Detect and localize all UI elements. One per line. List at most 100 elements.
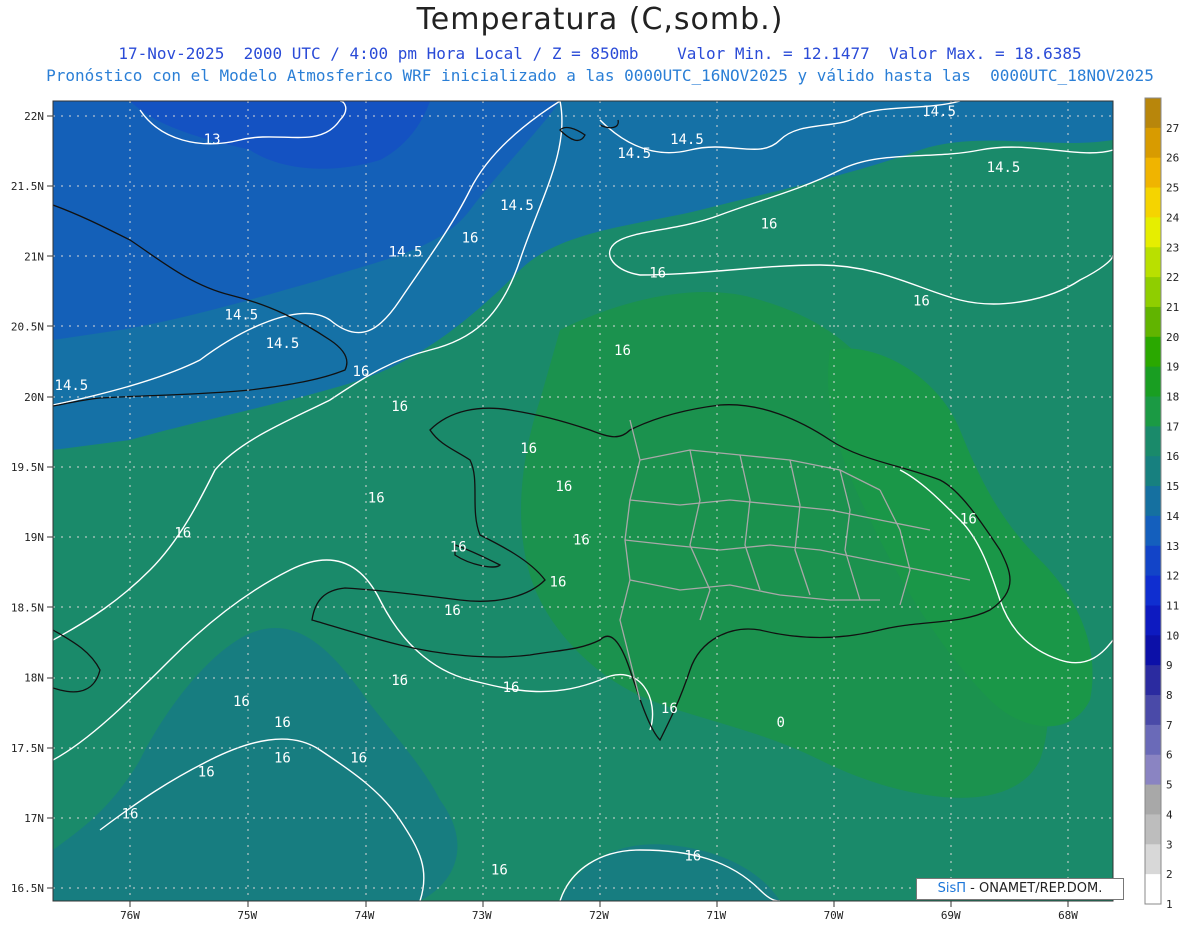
colorbar-label: 9 [1166,659,1173,672]
colorbar-label: 8 [1166,689,1173,702]
colorbar-swatch [1145,277,1161,308]
contour-label: 16 [661,701,678,717]
map-title: Temperatura (C,somb.) [416,2,784,37]
contour-label: 0 [777,715,785,731]
contour-label: 16 [174,526,191,542]
colorbar-label: 12 [1166,570,1179,583]
colorbar-label: 13 [1166,540,1179,553]
contour-label: 16 [122,807,139,823]
colorbar-label: 21 [1166,301,1179,314]
contour-label: 16 [368,490,385,506]
lon-label: 74W [355,909,375,922]
colorbar-swatch [1145,247,1161,278]
contour-label: 16 [274,750,291,766]
colorbar-label: 19 [1166,361,1179,374]
lat-label: 16.5N [11,882,44,895]
colorbar-swatch [1145,336,1161,368]
lat-label: 20N [24,391,44,404]
colorbar-label: 15 [1166,480,1179,493]
contour-label: 16 [573,533,590,549]
colorbar-label: 22 [1166,271,1179,284]
contour-label: 14.5 [389,245,423,261]
colorbar-label: 26 [1166,152,1179,165]
lon-label: 73W [472,909,492,922]
contour-label: 16 [550,575,567,591]
colorbar-label: 18 [1166,391,1179,404]
colorbar-swatch [1145,486,1161,517]
contour-label: 14.5 [500,198,534,214]
colorbar-label: 5 [1166,779,1173,792]
lat-label: 22N [24,110,44,123]
contour-label: 14.5 [266,336,300,352]
colorbar-swatch [1145,456,1161,487]
colorbar-label: 1 [1166,898,1173,911]
contour-label: 13 [204,132,221,148]
colorbar-swatch [1145,306,1161,338]
lon-label: 68W [1058,909,1078,922]
contour-label: 16 [391,673,408,689]
credit-text: - ONAMET/REP.DOM. [966,881,1103,896]
colorbar-swatch [1145,396,1161,427]
colorbar-swatch [1145,98,1161,129]
colorbar-swatch [1145,157,1161,189]
contour-label: 16 [350,750,367,766]
longitude-labels: 76W 75W 74W 73W 72W 71W 70W 69W 68W [120,909,1078,922]
colorbar-label: 3 [1166,838,1173,851]
colorbar-label: 25 [1166,182,1179,195]
contour-label: 16 [391,399,408,415]
contour-label: 16 [761,216,778,232]
colorbar-swatch [1145,366,1161,398]
colorbar-label: 24 [1166,211,1180,224]
lon-label: 69W [941,909,961,922]
temperature-map: 22N 21.5N 21N 20.5N 20N 19.5N 19N 18.5N 18N 17.5N… [11,97,1180,922]
colorbar-label: 2 [1166,868,1173,881]
lat-label: 18.5N [11,601,44,614]
colorbar-label: 6 [1166,749,1173,762]
lon-label: 75W [237,909,257,922]
lat-label: 17N [24,812,44,825]
colorbar-swatch [1145,874,1161,905]
colorbar-swatch [1145,814,1161,845]
colorbar-swatch [1145,545,1161,577]
colorbar-swatch [1145,724,1161,756]
lon-label: 76W [120,909,140,922]
colorbar-label: 11 [1166,599,1179,612]
colorbar: 2726252423222120191817161514131211109876… [1144,97,1180,911]
colorbar-swatch [1145,605,1161,636]
colorbar-swatch [1145,426,1161,457]
subtitle-run-info: 17-Nov-2025 2000 UTC / 4:00 pm Hora Loca… [118,44,1082,63]
subtitle-model-info: Pronóstico con el Modelo Atmosferico WRF… [46,66,1154,85]
colorbar-swatch [1145,217,1161,248]
colorbar-label: 16 [1166,450,1179,463]
latitude-labels: 22N 21.5N 21N 20.5N 20N 19.5N 19N 18.5N 18N 17.5N… [11,110,44,895]
colorbar-swatch [1145,844,1161,875]
contour-label: 16 [491,863,508,879]
contour-label: 16 [233,694,250,710]
contour-label: 16 [353,364,370,380]
contour-label: 14.5 [55,378,89,394]
contour-label: 16 [913,294,930,310]
credit-box: SisΠ - ONAMET/REP.DOM. [916,878,1124,900]
lon-label: 71W [706,909,726,922]
contour-label: 16 [614,343,631,359]
colorbar-label: 27 [1166,122,1179,135]
contour-label: 16 [450,540,467,556]
colorbar-swatch [1145,515,1161,547]
colorbar-swatch [1145,665,1161,696]
contour-label: 16 [684,849,701,865]
credit-logo-text: SisΠ [937,881,967,896]
lat-label: 19N [24,531,44,544]
colorbar-label: 17 [1166,420,1179,433]
colorbar-swatch [1145,754,1161,786]
lat-label: 21.5N [11,180,44,193]
colorbar-swatch [1145,127,1161,159]
colorbar-label: 7 [1166,719,1173,732]
contour-label: 16 [649,266,666,282]
contour-label: 14.5 [225,308,259,324]
colorbar-swatch [1145,187,1161,218]
contour-label: 16 [520,441,537,457]
lon-label: 70W [824,909,844,922]
lat-label: 19.5N [11,461,44,474]
contour-label: 16 [555,479,572,495]
colorbar-label: 4 [1166,808,1173,821]
